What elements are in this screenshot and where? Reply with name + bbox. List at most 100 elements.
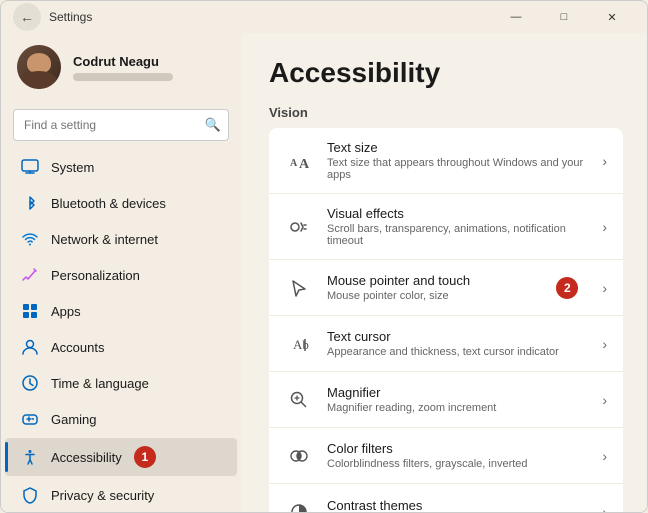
mouse-pointer-badge: 2 — [556, 277, 578, 299]
text-size-chevron: › — [602, 153, 607, 169]
magnifier-text: Magnifier Magnifier reading, zoom increm… — [327, 385, 588, 414]
settings-card: A A Text size Text size that appears thr… — [269, 128, 623, 512]
user-name: Codrut Neagu — [73, 54, 225, 69]
mouse-pointer-icon — [285, 274, 313, 302]
sidebar-item-bluetooth-label: Bluetooth & devices — [51, 196, 166, 211]
sidebar-item-accounts-label: Accounts — [51, 340, 104, 355]
sidebar-item-gaming-label: Gaming — [51, 412, 97, 427]
contrast-themes-text: Contrast themes Color themes for low vis… — [327, 498, 588, 513]
sidebar-item-bluetooth[interactable]: Bluetooth & devices — [5, 186, 237, 220]
sidebar-item-network-label: Network & internet — [51, 232, 158, 247]
sidebar-item-personalization-label: Personalization — [51, 268, 140, 283]
back-button[interactable]: ← — [13, 3, 41, 31]
mouse-pointer-chevron: › — [602, 280, 607, 296]
text-cursor-title: Text cursor — [327, 329, 588, 344]
time-icon — [21, 374, 39, 392]
sidebar-item-time-label: Time & language — [51, 376, 149, 391]
bluetooth-icon — [21, 194, 39, 212]
content-area: Accessibility Vision A A Text size Text … — [241, 33, 647, 512]
settings-item-magnifier[interactable]: Magnifier Magnifier reading, zoom increm… — [269, 372, 623, 428]
window-title: Settings — [49, 10, 92, 24]
visual-effects-title: Visual effects — [327, 206, 588, 221]
section-label: Vision — [269, 105, 623, 120]
text-cursor-text: Text cursor Appearance and thickness, te… — [327, 329, 588, 358]
sidebar-item-accounts[interactable]: Accounts — [5, 330, 237, 364]
mouse-pointer-title: Mouse pointer and touch — [327, 273, 542, 288]
color-filters-desc: Colorblindness filters, grayscale, inver… — [327, 458, 588, 470]
user-email — [73, 73, 173, 81]
sidebar-item-network[interactable]: Network & internet — [5, 222, 237, 256]
sidebar-item-personalization[interactable]: Personalization — [5, 258, 237, 292]
settings-item-text-size[interactable]: A A Text size Text size that appears thr… — [269, 128, 623, 194]
sidebar-item-accessibility[interactable]: Accessibility 1 — [5, 438, 237, 476]
text-cursor-desc: Appearance and thickness, text cursor in… — [327, 346, 588, 358]
svg-text:A: A — [299, 157, 310, 172]
search-input[interactable] — [13, 109, 229, 141]
color-filters-icon — [285, 442, 313, 470]
network-icon — [21, 230, 39, 248]
settings-item-text-cursor[interactable]: Ab Text cursor Appearance and thickness,… — [269, 316, 623, 372]
sidebar-item-apps[interactable]: Apps — [5, 294, 237, 328]
user-info: Codrut Neagu — [73, 54, 225, 81]
magnifier-desc: Magnifier reading, zoom increment — [327, 402, 588, 414]
color-filters-text: Color filters Colorblindness filters, gr… — [327, 441, 588, 470]
sidebar-item-system-label: System — [51, 160, 94, 175]
text-size-desc: Text size that appears throughout Window… — [327, 157, 588, 181]
maximize-button[interactable]: □ — [541, 1, 587, 33]
apps-icon — [21, 302, 39, 320]
text-size-icon: A A — [285, 147, 313, 175]
search-icon: 🔍 — [205, 117, 221, 133]
avatar-image — [17, 45, 61, 89]
sidebar-item-time[interactable]: Time & language — [5, 366, 237, 400]
settings-item-contrast-themes[interactable]: Contrast themes Color themes for low vis… — [269, 484, 623, 512]
settings-item-mouse-pointer[interactable]: Mouse pointer and touch Mouse pointer co… — [269, 260, 623, 316]
visual-effects-text: Visual effects Scroll bars, transparency… — [327, 206, 588, 247]
gaming-icon — [21, 410, 39, 428]
mouse-pointer-desc: Mouse pointer color, size — [327, 290, 542, 302]
accounts-icon — [21, 338, 39, 356]
visual-effects-chevron: › — [602, 219, 607, 235]
sidebar: Codrut Neagu 🔍 System — [1, 33, 241, 512]
text-cursor-icon: Ab — [285, 330, 313, 358]
accessibility-badge: 1 — [134, 446, 156, 468]
sidebar-item-accessibility-label: Accessibility — [51, 450, 122, 465]
color-filters-title: Color filters — [327, 441, 588, 456]
privacy-icon — [21, 486, 39, 504]
contrast-themes-title: Contrast themes — [327, 498, 588, 513]
system-icon — [21, 158, 39, 176]
settings-window: ← Settings — □ ✕ Codrut Neagu — [0, 0, 648, 513]
user-profile: Codrut Neagu — [1, 33, 241, 101]
avatar — [17, 45, 61, 89]
contrast-themes-icon — [285, 498, 313, 512]
sidebar-item-apps-label: Apps — [51, 304, 81, 319]
sidebar-item-privacy-label: Privacy & security — [51, 488, 154, 503]
svg-text:Ab: Ab — [293, 337, 309, 352]
personalization-icon — [21, 266, 39, 284]
text-size-text: Text size Text size that appears through… — [327, 140, 588, 181]
magnifier-chevron: › — [602, 392, 607, 408]
close-button[interactable]: ✕ — [589, 1, 635, 33]
visual-effects-icon — [285, 213, 313, 241]
page-title: Accessibility — [269, 57, 623, 89]
sidebar-item-privacy[interactable]: Privacy & security — [5, 478, 237, 512]
color-filters-chevron: › — [602, 448, 607, 464]
text-size-title: Text size — [327, 140, 588, 155]
sidebar-item-gaming[interactable]: Gaming — [5, 402, 237, 436]
title-bar-left: ← Settings — [13, 3, 92, 31]
accessibility-icon — [21, 448, 39, 466]
sidebar-item-system[interactable]: System — [5, 150, 237, 184]
window-controls: — □ ✕ — [493, 1, 635, 33]
contrast-themes-chevron: › — [602, 504, 607, 512]
visual-effects-desc: Scroll bars, transparency, animations, n… — [327, 223, 588, 247]
magnifier-icon — [285, 386, 313, 414]
svg-text:A: A — [290, 158, 298, 169]
mouse-pointer-text: Mouse pointer and touch Mouse pointer co… — [327, 273, 542, 302]
minimize-button[interactable]: — — [493, 1, 539, 33]
search-box: 🔍 — [13, 109, 229, 141]
settings-item-visual-effects[interactable]: Visual effects Scroll bars, transparency… — [269, 194, 623, 260]
title-bar: ← Settings — □ ✕ — [1, 1, 647, 33]
text-cursor-chevron: › — [602, 336, 607, 352]
main-layout: Codrut Neagu 🔍 System — [1, 33, 647, 512]
settings-item-color-filters[interactable]: Color filters Colorblindness filters, gr… — [269, 428, 623, 484]
magnifier-title: Magnifier — [327, 385, 588, 400]
